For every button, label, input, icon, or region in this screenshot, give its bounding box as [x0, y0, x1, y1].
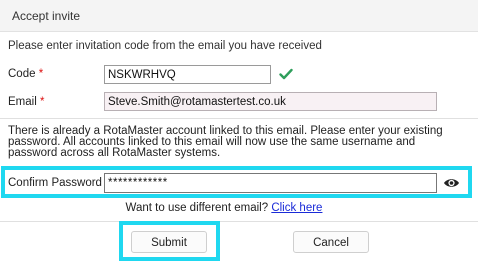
code-required-mark: *	[38, 68, 44, 80]
code-label-text: Code	[8, 68, 36, 80]
footer-divider	[0, 221, 478, 222]
instruction-text: Please enter invitation code from the em…	[8, 40, 322, 52]
check-icon	[279, 68, 293, 80]
cancel-button[interactable]: Cancel	[293, 231, 369, 253]
confirm-password-label: Confirm Password *	[8, 177, 110, 189]
email-label: Email *	[8, 96, 44, 108]
existing-account-notice: There is already a RotaMaster account li…	[8, 125, 443, 159]
eye-icon[interactable]	[443, 176, 460, 190]
switch-email-prompt: Want to use different email? Click here	[0, 202, 448, 214]
confirm-password-input[interactable]	[104, 173, 437, 193]
code-label: Code *	[8, 68, 43, 80]
email-label-text: Email	[8, 96, 37, 108]
divider	[0, 118, 478, 119]
code-input[interactable]	[104, 65, 271, 84]
dialog-title: Accept invite	[12, 9, 81, 23]
click-here-link[interactable]: Click here	[271, 202, 322, 214]
switch-email-text: Want to use different email?	[125, 202, 269, 214]
email-field[interactable]	[104, 92, 437, 111]
title-bar: Accept invite	[0, 0, 478, 32]
accept-invite-dialog: Accept invite Please enter invitation co…	[0, 0, 478, 261]
email-required-mark: *	[39, 96, 45, 108]
confirm-password-label-text: Confirm Password	[8, 177, 102, 189]
submit-button[interactable]: Submit	[131, 231, 207, 253]
